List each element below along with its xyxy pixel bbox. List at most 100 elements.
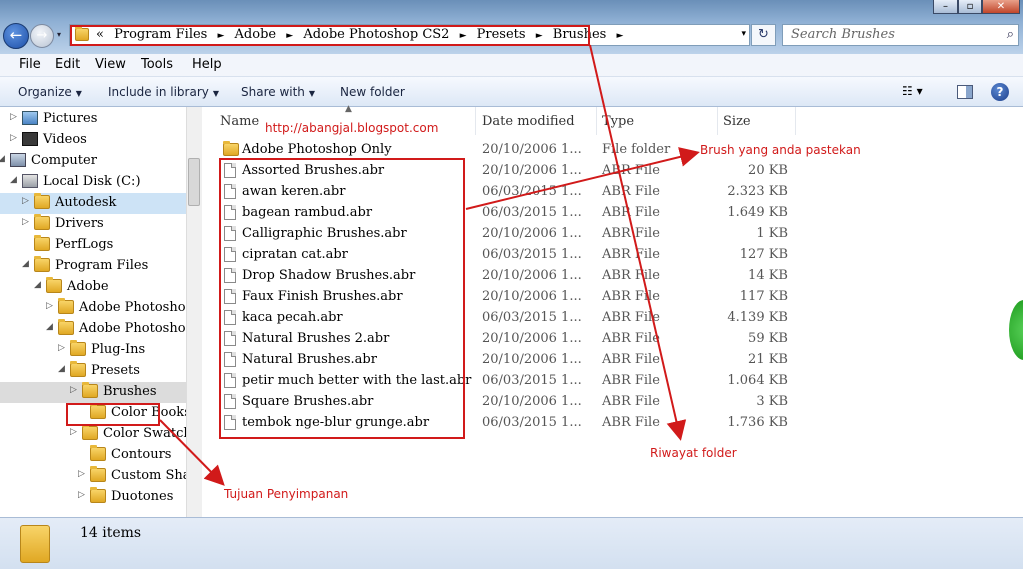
file-row[interactable]: awan keren.abr 06/03/2015 1... ABR File 2.3… [219, 182, 799, 203]
nav-item[interactable]: ▷ Drivers [0, 214, 186, 235]
back-button[interactable]: ← [3, 23, 29, 49]
nav-item[interactable]: ▷ Brushes [0, 382, 186, 403]
column-divider[interactable] [717, 107, 718, 135]
chevron-right-icon[interactable]: ► [536, 31, 543, 41]
expand-icon[interactable]: ▷ [70, 427, 77, 437]
nav-item-label: Color Swatch [103, 426, 186, 441]
folder-icon [58, 319, 74, 335]
address-bar[interactable]: « Program Files ► Adobe ► Adobe Photosho… [69, 24, 750, 46]
expand-icon[interactable]: ▷ [22, 196, 29, 206]
collapse-icon[interactable]: ◢ [22, 259, 29, 269]
expand-icon[interactable]: ▷ [10, 133, 17, 143]
file-name: petir much better with the last.abr [242, 373, 472, 388]
chevron-right-icon[interactable]: ► [217, 31, 224, 41]
nav-item[interactable]: PerfLogs [0, 235, 186, 256]
nav-scrollbar-thumb[interactable] [188, 158, 200, 206]
file-size: 1.736 KB [727, 415, 788, 430]
breadcrumb-program-files[interactable]: Program Files [114, 27, 207, 42]
chevron-right-icon[interactable]: ► [616, 31, 623, 41]
collapse-icon[interactable]: ◢ [10, 175, 17, 185]
nav-item[interactable]: Contours [0, 445, 186, 466]
column-header-name[interactable]: Name [220, 114, 259, 129]
nav-item[interactable]: ▷ Custom Shap [0, 466, 186, 487]
search-input[interactable]: Search Brushes ⌕ [782, 24, 1019, 46]
expand-icon[interactable]: ▷ [78, 490, 85, 500]
recent-pages-dropdown[interactable]: ▾ [57, 30, 61, 39]
share-with-button[interactable]: Share with ▼ [241, 85, 315, 99]
column-header-date[interactable]: Date modified [482, 114, 575, 129]
include-in-library-button[interactable]: Include in library ▼ [108, 85, 219, 99]
nav-item-label: Adobe Photosho [79, 300, 186, 315]
new-folder-button[interactable]: New folder [340, 85, 405, 99]
breadcrumb-photoshop[interactable]: Adobe Photoshop CS2 [303, 27, 449, 42]
collapse-icon[interactable]: ◢ [58, 364, 65, 374]
menu-help[interactable]: Help [192, 57, 222, 72]
search-icon[interactable]: ⌕ [1007, 27, 1014, 42]
expand-icon[interactable]: ▷ [10, 112, 17, 122]
breadcrumb-overflow[interactable]: « [96, 27, 104, 42]
view-options-icon[interactable]: ☷ ▾ [902, 84, 938, 100]
nav-item[interactable]: ▷ Videos [0, 130, 186, 151]
nav-item[interactable]: ◢ Computer [0, 151, 186, 172]
forward-button[interactable]: → [30, 24, 54, 48]
nav-item[interactable]: ◢ Presets [0, 361, 186, 382]
file-row[interactable]: Natural Brushes.abr 20/10/2006 1... ABR Fi… [219, 350, 799, 371]
nav-item[interactable]: ▷ Autodesk [0, 193, 186, 214]
expand-icon[interactable]: ▷ [58, 343, 65, 353]
menu-tools[interactable]: Tools [141, 57, 173, 72]
column-divider[interactable] [475, 107, 476, 135]
file-row[interactable]: Calligraphic Brushes.abr 20/10/2006 1... A… [219, 224, 799, 245]
expand-icon[interactable]: ▷ [70, 385, 77, 395]
minimize-button[interactable]: – [933, 0, 958, 14]
column-divider[interactable] [596, 107, 597, 135]
file-row[interactable]: Drop Shadow Brushes.abr 20/10/2006 1... AB… [219, 266, 799, 287]
file-row[interactable]: bagean rambud.abr 06/03/2015 1... ABR File… [219, 203, 799, 224]
collapse-icon[interactable]: ◢ [46, 322, 53, 332]
address-dropdown-icon[interactable]: ▾ [741, 29, 746, 39]
file-row[interactable]: cipratan cat.abr 06/03/2015 1... ABR File 1… [219, 245, 799, 266]
nav-item[interactable]: ▷ Adobe Photosho [0, 298, 186, 319]
nav-item[interactable]: ▷ Duotones [0, 487, 186, 508]
file-row[interactable]: Natural Brushes 2.abr 20/10/2006 1... ABR … [219, 329, 799, 350]
nav-item[interactable]: Color Books [0, 403, 186, 424]
close-button[interactable]: ✕ [982, 0, 1020, 14]
file-icon [224, 415, 236, 430]
expand-icon[interactable]: ▷ [22, 217, 29, 227]
preview-pane-icon[interactable] [957, 85, 973, 99]
chevron-right-icon[interactable]: ► [460, 31, 467, 41]
menu-view[interactable]: View [95, 57, 126, 72]
file-row[interactable]: kaca pecah.abr 06/03/2015 1... ABR File 4.1… [219, 308, 799, 329]
file-row[interactable]: tembok nge-blur grunge.abr 06/03/2015 1..… [219, 413, 799, 434]
file-row[interactable]: Square Brushes.abr 20/10/2006 1... ABR Fil… [219, 392, 799, 413]
breadcrumb-presets[interactable]: Presets [477, 27, 526, 42]
breadcrumb-brushes[interactable]: Brushes [553, 27, 607, 42]
file-row[interactable]: Faux Finish Brushes.abr 20/10/2006 1... AB… [219, 287, 799, 308]
file-row[interactable]: Assorted Brushes.abr 20/10/2006 1... ABR F… [219, 161, 799, 182]
menu-edit[interactable]: Edit [55, 57, 80, 72]
nav-item-label: Pictures [43, 111, 98, 126]
nav-item[interactable]: ▷ Pictures [0, 109, 186, 130]
file-date: 06/03/2015 1... [482, 184, 582, 199]
maximize-button[interactable]: ▫ [958, 0, 982, 14]
menu-file[interactable]: File [19, 57, 41, 72]
nav-item[interactable]: ◢ Adobe [0, 277, 186, 298]
file-row[interactable]: petir much better with the last.abr 06/03… [219, 371, 799, 392]
refresh-button[interactable]: ↻ [751, 24, 776, 46]
nav-item[interactable]: ▷ Color Swatch [0, 424, 186, 445]
collapse-icon[interactable]: ◢ [0, 154, 5, 164]
column-divider[interactable] [795, 107, 796, 135]
folder-icon [223, 141, 239, 156]
nav-item[interactable]: ◢ Local Disk (C:) [0, 172, 186, 193]
nav-item[interactable]: ◢ Program Files [0, 256, 186, 277]
organize-button[interactable]: Organize ▼ [18, 85, 82, 99]
expand-icon[interactable]: ▷ [78, 469, 85, 479]
expand-icon[interactable]: ▷ [46, 301, 53, 311]
breadcrumb-adobe[interactable]: Adobe [235, 27, 277, 42]
help-icon[interactable]: ? [991, 83, 1009, 101]
column-header-size[interactable]: Size [723, 114, 751, 129]
column-header-type[interactable]: Type [602, 114, 634, 129]
collapse-icon[interactable]: ◢ [34, 280, 41, 290]
chevron-right-icon[interactable]: ► [286, 31, 293, 41]
nav-item[interactable]: ◢ Adobe Photosho [0, 319, 186, 340]
nav-item[interactable]: ▷ Plug-Ins [0, 340, 186, 361]
